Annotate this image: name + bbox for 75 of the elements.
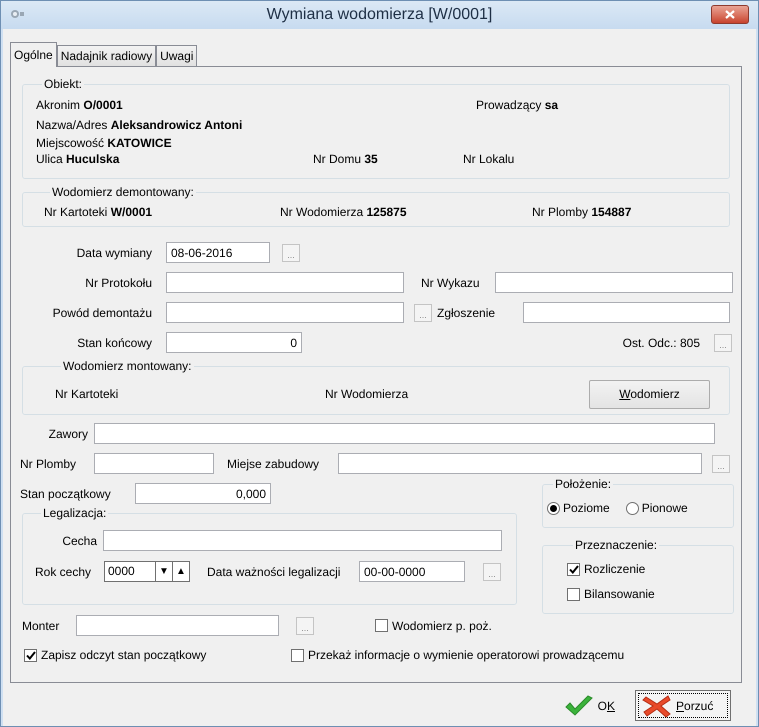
group-title: Przeznaczenie: bbox=[574, 537, 658, 554]
field-label: Stan początkowy bbox=[20, 486, 112, 502]
tab[interactable]: Ogólne bbox=[10, 42, 57, 67]
meter-button[interactable]: Wodomierz bbox=[589, 380, 710, 408]
valves-field[interactable] bbox=[94, 423, 715, 444]
check-icon bbox=[568, 564, 578, 574]
group-title: Wodomierz demontowany: bbox=[51, 184, 195, 201]
checkbox[interactable] bbox=[375, 619, 388, 632]
info-text: Nazwa/Adres Aleksandrowicz Antoni bbox=[36, 116, 242, 134]
field-label: Monter bbox=[22, 618, 60, 634]
info-text: Nr Wodomierza 125875 bbox=[280, 204, 408, 221]
check-icon bbox=[26, 650, 36, 660]
ok-button[interactable]: OK bbox=[564, 694, 615, 716]
field-label: Cecha bbox=[61, 532, 97, 550]
field-label: Nr Wykazu bbox=[421, 274, 481, 292]
reason-field[interactable] bbox=[166, 302, 404, 323]
app-icon bbox=[9, 8, 25, 20]
field-label: Data wymiany bbox=[76, 244, 152, 262]
field-label: Zapisz odczyt stan początkowy bbox=[41, 647, 206, 664]
group-title: Wodomierz montowany: bbox=[62, 358, 192, 375]
close-icon bbox=[725, 10, 735, 19]
close-button[interactable] bbox=[711, 5, 749, 24]
group-title: Obiekt: bbox=[43, 76, 84, 93]
checkmark-icon bbox=[564, 694, 594, 716]
field-label: Data ważności legalizacji bbox=[207, 564, 342, 580]
field-label: Nr Protokołu bbox=[84, 274, 152, 292]
field-label: Przekaż informacje o wymienie operatorowi prowadzącemu bbox=[308, 647, 624, 664]
field-label: Pionowe bbox=[642, 500, 688, 517]
field-label: Nr Kartoteki bbox=[55, 386, 120, 403]
group-title: Położenie: bbox=[554, 476, 612, 493]
field-label: Nr Wodomierza bbox=[325, 386, 408, 403]
mark-field[interactable] bbox=[103, 530, 502, 551]
info-text: Akronim O/0001 bbox=[36, 97, 124, 114]
location-field[interactable] bbox=[338, 453, 702, 474]
info-text: Nr Kartoteki W/0001 bbox=[44, 204, 154, 221]
field-label: Bilansowanie bbox=[584, 586, 655, 603]
info-text: Nr Lokalu bbox=[463, 151, 514, 168]
info-text: Ulica Huculska bbox=[36, 151, 120, 168]
tab[interactable]: Nadajnik radiowy bbox=[56, 45, 156, 66]
field-label: Wodomierz p. poż. bbox=[392, 618, 492, 634]
field-label: Nr Plomby bbox=[20, 456, 78, 472]
field-label: Stan końcowy bbox=[76, 334, 152, 352]
info-text: Nr Plomby 154887 bbox=[532, 204, 632, 221]
fitter-field[interactable] bbox=[76, 615, 279, 636]
checkbox[interactable] bbox=[567, 588, 580, 600]
date-field[interactable]: 08-06-2016 bbox=[166, 242, 270, 263]
checkbox[interactable] bbox=[567, 562, 580, 576]
field-label: Poziome bbox=[563, 500, 610, 517]
expiry-date-field[interactable]: 00-00-0000 bbox=[359, 561, 465, 582]
protocol-field[interactable] bbox=[166, 272, 404, 293]
field-label: Ost. Odc.: 805 bbox=[622, 334, 700, 352]
report-field[interactable] bbox=[523, 302, 730, 323]
field-label: Zgłoszenie bbox=[437, 304, 496, 322]
radio-button[interactable] bbox=[626, 502, 639, 514]
window-title: Wymiana wodomierza [W/0001] bbox=[266, 5, 492, 25]
list-number-field[interactable] bbox=[495, 272, 733, 293]
info-text: Miejscowość KATOWICE bbox=[36, 134, 172, 152]
final-reading-field[interactable]: 0 bbox=[166, 332, 302, 353]
initial-reading-field[interactable]: 0,000 bbox=[135, 483, 271, 504]
group-title: Legalizacja: bbox=[42, 505, 108, 522]
field-label: Rok cechy bbox=[35, 564, 92, 580]
info-text: Prowadzący sa bbox=[476, 97, 558, 114]
field-label: Miejse zabudowy bbox=[227, 456, 320, 472]
info-text: Nr Domu 35 bbox=[313, 151, 379, 168]
year-spinner[interactable]: 0000 ▼ ▲ bbox=[104, 561, 190, 582]
tab[interactable]: Uwagi bbox=[156, 45, 198, 66]
field-label: Rozliczenie bbox=[584, 561, 646, 578]
field-label: Powód demontażu bbox=[52, 304, 152, 322]
seal-field[interactable] bbox=[94, 453, 214, 474]
checkbox[interactable] bbox=[291, 648, 304, 662]
checkbox[interactable] bbox=[24, 648, 37, 662]
cancel-button[interactable]: Porzuć bbox=[635, 690, 731, 721]
radio-button[interactable] bbox=[547, 502, 560, 514]
field-label: Zawory bbox=[48, 426, 88, 442]
cross-icon bbox=[642, 694, 672, 718]
